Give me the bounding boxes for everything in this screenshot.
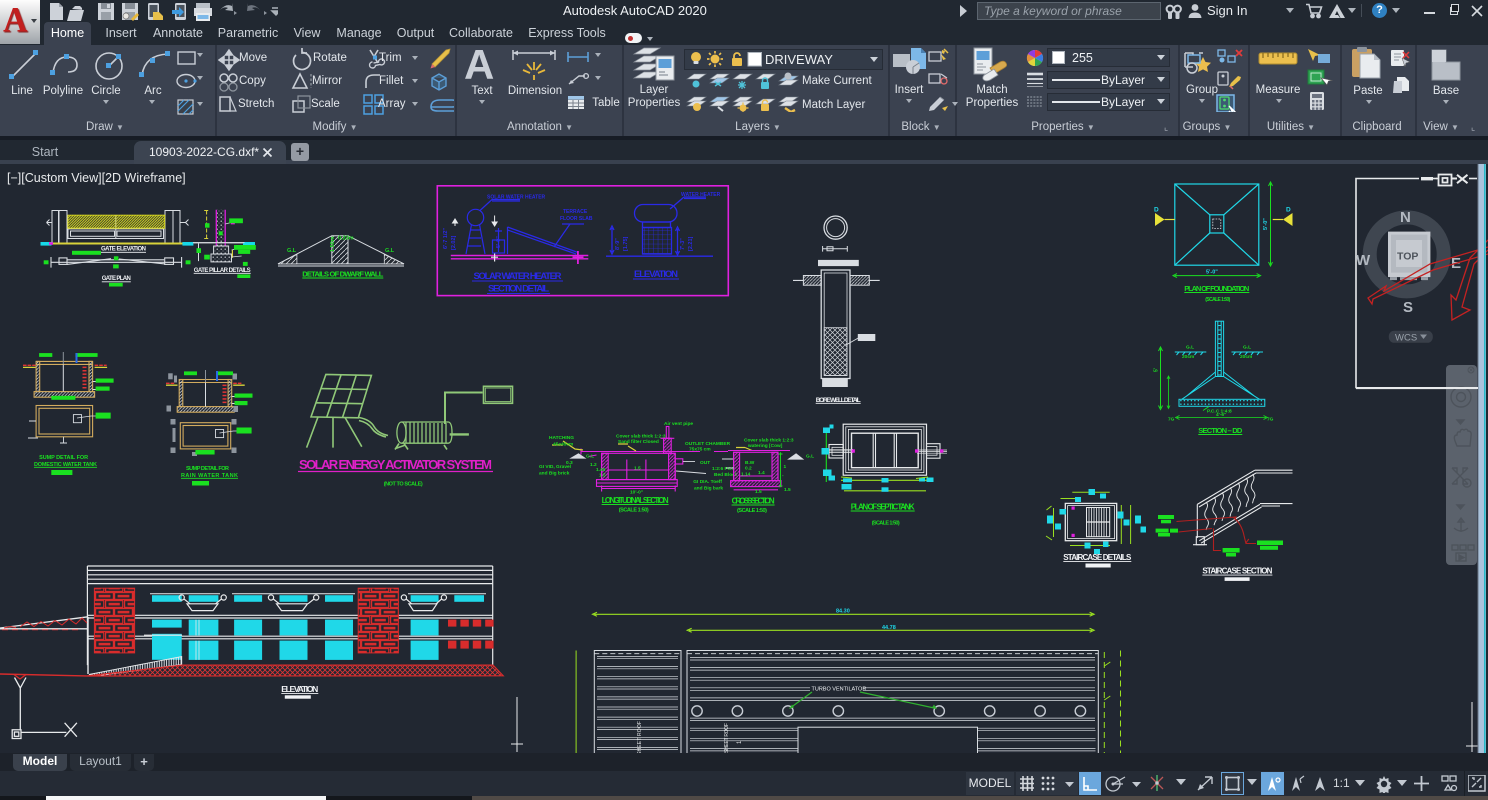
svg-text:5'-0": 5'-0" (1206, 270, 1218, 276)
svg-text:1.4: 1.4 (758, 470, 765, 476)
svg-text:N: N (1400, 209, 1411, 226)
svg-text:5': 5' (1154, 368, 1160, 372)
svg-text:and Big brick: and Big brick (539, 471, 570, 477)
svg-text:WATER HEATER: WATER HEATER (681, 192, 721, 198)
svg-text:B.W: B.W (745, 460, 755, 466)
svg-text:[2.02]: [2.02] (451, 235, 457, 250)
svg-text:0.23m: 0.23m (338, 236, 354, 242)
svg-text:7G: 7G (1168, 417, 1175, 423)
svg-text:watering [Cow]: watering [Cow] (747, 443, 783, 449)
svg-text:1.5: 1.5 (599, 473, 606, 479)
svg-text:SUMP DETAIL FOR: SUMP DETAIL FOR (186, 466, 229, 472)
svg-text:G.L: G.L (1186, 345, 1194, 351)
svg-text:Cover slab thick 1:2:3: Cover slab thick 1:2:3 (616, 434, 666, 440)
svg-text:-: - (782, 474, 784, 479)
svg-text:1.50m: 1.50m (330, 236, 336, 252)
svg-text:G.L: G.L (1243, 345, 1251, 351)
svg-text:ELEVATION: ELEVATION (634, 269, 678, 280)
svg-text:84.30: 84.30 (836, 609, 850, 615)
svg-text:5'-9": 5'-9" (496, 236, 502, 248)
svg-text:G.L: G.L (385, 248, 395, 254)
svg-text:SUMP DETAIL FOR: SUMP DETAIL FOR (39, 455, 88, 461)
svg-text:1.45: 1.45 (596, 467, 606, 473)
svg-text:44.78: 44.78 (882, 625, 896, 631)
svg-text:G.L: G.L (806, 454, 814, 460)
svg-text:CROSS SECTION: CROSS SECTION (732, 497, 775, 506)
svg-text:PLAN OF SEPTIC TANK: PLAN OF SEPTIC TANK (851, 503, 915, 512)
svg-text:Cover slab thick 1:2:3: Cover slab thick 1:2:3 (744, 438, 794, 444)
svg-text:FLOOR SLAB: FLOOR SLAB (560, 216, 593, 222)
svg-text:W: W (1356, 252, 1371, 269)
svg-text:8'-9": 8'-9" (615, 238, 621, 250)
svg-text:1: 1 (784, 464, 787, 470)
svg-text:DETAILS OF DWARF WALL: DETAILS OF DWARF WALL (302, 270, 383, 279)
svg-text:S: S (1403, 299, 1413, 316)
svg-text:SOLAR WATER HEATER: SOLAR WATER HEATER (487, 195, 546, 201)
svg-text:SHEET ROOF: SHEET ROOF (724, 723, 730, 753)
svg-text:LONGITUDINAL SECTION: LONGITUDINAL SECTION (602, 496, 669, 505)
svg-text:OUTLET CHAMBER: OUTLET CHAMBER (685, 441, 731, 447)
svg-text:(SCALE 1:50): (SCALE 1:50) (737, 508, 767, 514)
svg-text:Sand filter Closed: Sand filter Closed (618, 439, 659, 445)
svg-text:1.14: 1.14 (741, 472, 751, 478)
svg-text:(SCALE 1:50): (SCALE 1:50) (1205, 297, 1230, 303)
svg-text:SECTION – DD: SECTION – DD (1198, 426, 1243, 435)
svg-text:1.5: 1.5 (755, 489, 762, 495)
svg-text:SHEET ROOF: SHEET ROOF (637, 721, 643, 753)
svg-text:45x45cm: 45x45cm (553, 442, 573, 448)
svg-text:STAIRCASE SECTION: STAIRCASE SECTION (1202, 567, 1272, 576)
svg-text:and Big bark: and Big bark (694, 486, 723, 492)
svg-text:20cm: 20cm (1182, 354, 1194, 360)
svg-text:Air vent pipe: Air vent pipe (664, 421, 693, 427)
svg-text:0.2: 0.2 (745, 466, 752, 472)
svg-text:1.5: 1.5 (784, 487, 791, 493)
svg-text:[1.75]: [1.75] (623, 236, 629, 251)
svg-text:D: D (1286, 207, 1291, 214)
svg-text:SOLAR ENERGY ACTIVATOR SYSTEM: SOLAR ENERGY ACTIVATOR SYSTEM (299, 457, 492, 472)
svg-text:PLAN OF FOUNDATION: PLAN OF FOUNDATION (1184, 284, 1249, 293)
svg-text:D: D (1154, 207, 1159, 214)
svg-text:OUT: OUT (700, 460, 710, 466)
svg-text:GI DIA. Toeff: GI DIA. Toeff (693, 479, 722, 485)
svg-text:ELEVATION: ELEVATION (281, 684, 318, 694)
svg-text:1:2:6 PCC: 1:2:6 PCC (712, 466, 735, 472)
svg-text:[−][Custom View][2D Wireframe]: [−][Custom View][2D Wireframe] (7, 171, 186, 185)
svg-text:(NOT TO SCALE): (NOT TO SCALE) (384, 482, 423, 488)
svg-text:GATE ELEVATION: GATE ELEVATION (101, 247, 146, 253)
svg-text:75x75 cm: 75x75 cm (689, 447, 711, 453)
svg-text:TURBO VENTILATOR: TURBO VENTILATOR (812, 687, 867, 693)
svg-text:SECTION DETAIL: SECTION DETAIL (488, 284, 549, 295)
svg-text:WCS: WCS (1395, 332, 1417, 343)
svg-text:6'-7 1/2": 6'-7 1/2" (443, 228, 449, 249)
svg-text:10'-0": 10'-0" (630, 490, 643, 496)
svg-text:20cm: 20cm (1240, 354, 1252, 360)
svg-text:G.L: G.L (586, 454, 594, 460)
svg-text:STAIRCASE DETAILS: STAIRCASE DETAILS (1063, 553, 1132, 562)
svg-text:SOLAR WATER HEATER: SOLAR WATER HEATER (474, 271, 562, 282)
svg-text:TOP: TOP (1397, 251, 1418, 263)
svg-text:GATE PLAN: GATE PLAN (102, 276, 131, 282)
svg-text:5'-0": 5'-0" (1263, 218, 1269, 230)
svg-text:7'-3": 7'-3" (680, 238, 686, 250)
svg-text:(SCALE 1:50): (SCALE 1:50) (619, 508, 649, 514)
svg-text:0.3: 0.3 (566, 460, 573, 466)
svg-text:1.5: 1.5 (634, 466, 641, 472)
svg-text:G.L: G.L (287, 248, 297, 254)
svg-text:TERRACE: TERRACE (563, 209, 588, 215)
svg-text:DRIVEWAY: DRIVEWAY (765, 52, 833, 67)
svg-text:(SCALE 1:50): (SCALE 1:50) (872, 521, 900, 527)
svg-text:[2.21]: [2.21] (688, 236, 694, 251)
svg-text:HATCHING: HATCHING (549, 435, 574, 441)
